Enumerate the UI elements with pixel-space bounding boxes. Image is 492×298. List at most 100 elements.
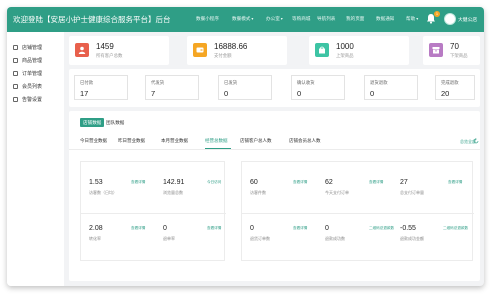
metric-label: 浏览量总数 (163, 190, 183, 195)
sidebar-item-store[interactable]: 店铺管理 (13, 42, 42, 52)
stat-card-unlisted: 70 下架商品 (423, 36, 480, 65)
metric-detail-link[interactable]: 查看详情 (293, 180, 307, 185)
archive-icon (429, 43, 443, 57)
metric-detail-link[interactable]: 查看详情 (369, 180, 383, 185)
stat-value: 16888.66 (214, 42, 248, 51)
chevron-down-icon: ▾ (416, 16, 419, 21)
metric-label: 退单率 (163, 236, 175, 241)
sidebar-item-settings[interactable]: 告警设置 (13, 94, 42, 104)
sidebar-item-label: 订单管理 (22, 70, 43, 77)
order-label: 已发货 (224, 80, 238, 85)
order-value: 0 (224, 89, 229, 98)
sidebar-item-label: 商品管理 (22, 57, 43, 64)
nav-label: 办公室 (266, 16, 280, 21)
tab-this-month[interactable]: 本月营业数据 (161, 138, 188, 144)
metric-value: 0 (325, 225, 329, 232)
order-status-refunding[interactable]: 退货退款 0 (364, 75, 418, 100)
tab-total[interactable]: 经营总数据 (205, 138, 228, 144)
stat-label: 所有客户总数 (96, 53, 123, 58)
stat-value: 1459 (96, 42, 114, 51)
metric-label: 访客数（日均） (89, 190, 117, 195)
nav-label: 数餐小程序 (196, 16, 219, 21)
order-icon (13, 70, 18, 76)
metric-value: 2.08 (89, 225, 103, 232)
tab-today[interactable]: 今日营业数据 (80, 138, 107, 144)
chevron-down-icon: ▾ (251, 16, 254, 21)
nav-item-mall[interactable]: 等购商城 (292, 16, 310, 22)
metric-label: 转化率 (89, 236, 101, 241)
metric-value: 62 (325, 179, 333, 186)
top-navbar: 欢迎登陆【安居小护士健康综合服务平台】后台 数餐小程序 数餐模式▾ 办公室▾ 等… (7, 7, 484, 32)
nav-item-mode[interactable]: 数餐模式▾ (232, 16, 253, 22)
order-label: 完成退款 (441, 80, 459, 85)
metric-detail-link[interactable]: 今日访问 (207, 180, 221, 185)
metric-value: 1.53 (89, 179, 103, 186)
order-value: 17 (80, 89, 89, 98)
stat-label: 下架商品 (450, 53, 468, 58)
nav-item-my-page[interactable]: 我的页面 (346, 16, 364, 22)
order-status-refunded[interactable]: 完成退款 20 (435, 75, 475, 100)
metric-value: 27 (400, 179, 408, 186)
order-value: 20 (441, 89, 450, 98)
metric-detail-link[interactable]: 查看详情 (207, 226, 221, 231)
order-status-shipped[interactable]: 已发货 0 (218, 75, 272, 100)
metric-value: 0 (163, 225, 167, 232)
metric-detail-link[interactable]: 查看详情 (131, 180, 145, 185)
metric-detail-link[interactable]: 二维码总退款数 (443, 226, 468, 231)
segment-store-data[interactable]: 店铺数据 (80, 118, 105, 127)
sidebar-item-label: 店铺管理 (22, 44, 43, 51)
sidebar-item-label: 会员列表 (22, 83, 43, 90)
stat-card-listed: 1000 上架商品 (309, 36, 409, 65)
metric-group-orders: 60 访客件数 查看详情 62 今天支付订单 查看详情 27 总支付订单量 查看… (241, 161, 474, 261)
row-divider (81, 213, 226, 214)
nav-item-help[interactable]: 帮助▾ (406, 16, 418, 22)
nav-label: 我的页面 (346, 16, 365, 21)
settings-icon (13, 96, 18, 102)
metric-group-traffic: 1.53 访客数（日均） 查看详情 142.91 浏览量总数 今日访问 2.08… (80, 161, 226, 261)
order-status-received[interactable]: 确认收货 0 (291, 75, 345, 100)
nav-label: 导航列表 (317, 16, 336, 21)
order-label: 确认收货 (297, 80, 315, 85)
tab-store-members[interactable]: 店铺会员总人数 (289, 138, 321, 144)
nav-item-mini-program[interactable]: 数餐小程序 (196, 16, 219, 22)
metric-value: -0.55 (400, 225, 416, 232)
nav-label: 帮助 (406, 16, 416, 21)
sidebar: 店铺管理 商品管理 订单管理 会员列表 告警设置 (7, 32, 64, 286)
order-value: 0 (370, 89, 375, 98)
stat-label: 上架商品 (336, 53, 354, 58)
stat-card-payment: 16888.66 支付金额 (187, 36, 287, 65)
metric-detail-link[interactable]: 查看详情 (131, 226, 145, 231)
metric-label: 退货订单数 (250, 236, 270, 241)
metric-detail-link[interactable]: 二维码总退款数 (369, 226, 394, 231)
user-name[interactable]: 大健公店 (458, 16, 477, 23)
order-label: 退货退款 (370, 80, 388, 85)
sidebar-item-orders[interactable]: 订单管理 (13, 68, 42, 78)
avatar[interactable] (444, 13, 456, 25)
store-icon (13, 44, 18, 50)
app-window: 欢迎登陆【安居小护士健康综合服务平台】后台 数餐小程序 数餐模式▾ 办公室▾ 等… (7, 7, 484, 286)
metric-label: 今天支付订单 (325, 190, 349, 195)
nav-item-notifications[interactable]: 数据通知 (376, 16, 394, 22)
tab-store-customers[interactable]: 店铺客户总人数 (240, 138, 272, 144)
metric-detail-link[interactable]: 查看详情 (448, 180, 462, 185)
tab-yesterday[interactable]: 昨日营业数据 (118, 138, 145, 144)
metric-label: 退款成功金额 (400, 236, 424, 241)
order-value: 0 (297, 89, 302, 98)
order-label: 已付款 (80, 80, 94, 85)
nav-item-nav-list[interactable]: 导航列表 (317, 16, 335, 22)
order-value: 7 (151, 89, 156, 98)
metric-detail-link[interactable]: 查看详情 (293, 226, 307, 231)
nav-item-office[interactable]: 办公室▾ (266, 16, 283, 22)
order-status-paid[interactable]: 已付款 17 (74, 75, 128, 100)
wallet-icon (193, 43, 207, 57)
metric-label: 退款成功数 (325, 236, 345, 241)
stat-card-customers: 1459 所有客户总数 (69, 36, 169, 65)
order-status-to-ship[interactable]: 代发货 7 (145, 75, 199, 100)
sidebar-item-members[interactable]: 会员列表 (13, 81, 42, 91)
nav-label: 等购商城 (292, 16, 311, 21)
refresh-icon[interactable] (473, 138, 479, 144)
segment-team-data[interactable]: 团队数据 (103, 118, 127, 127)
product-icon (315, 43, 329, 57)
metric-label: 访客件数 (250, 190, 266, 195)
sidebar-item-goods[interactable]: 商品管理 (13, 55, 42, 65)
